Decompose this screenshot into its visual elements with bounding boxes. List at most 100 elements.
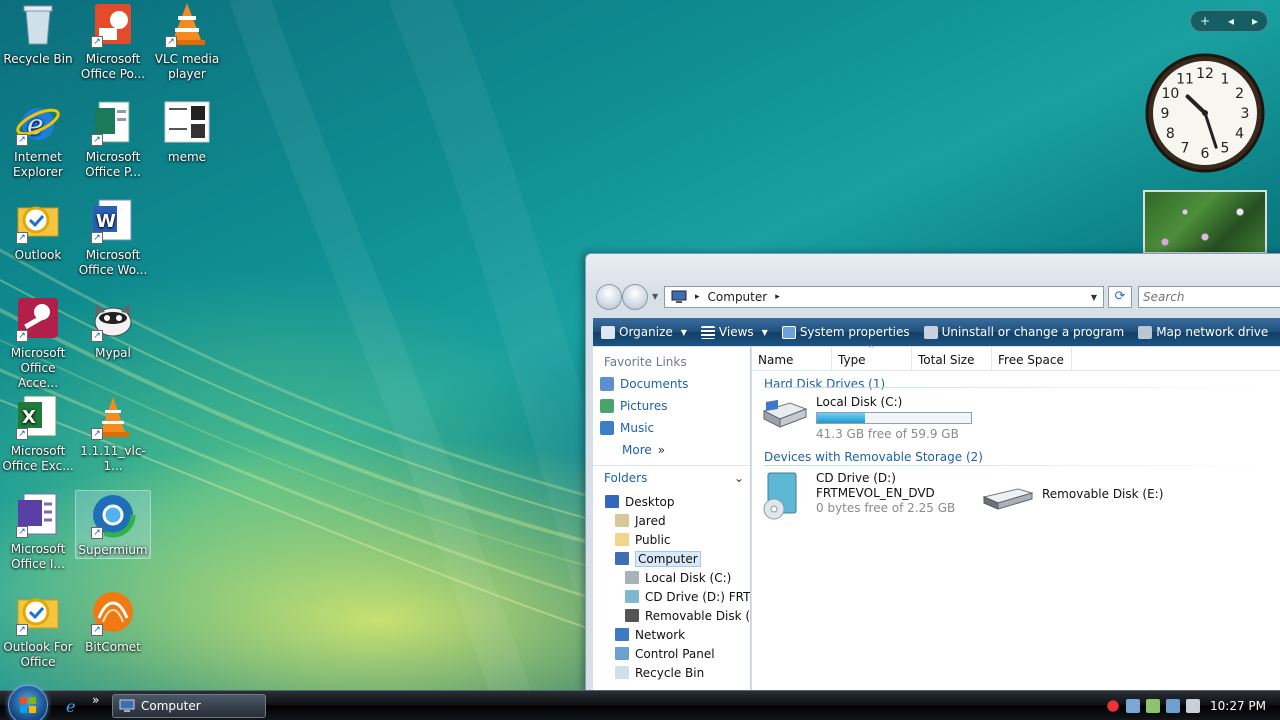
favorite-link-pictures[interactable]: Pictures	[593, 395, 750, 417]
shortcut-arrow-icon: ↗	[165, 36, 177, 48]
folder-icon	[605, 495, 619, 508]
tree-item-control-panel[interactable]: Control Panel	[593, 644, 750, 663]
desktop-icon-excel[interactable]: X ↗ Microsoft Office Exc...	[0, 392, 76, 474]
volume-muted-icon[interactable]	[1186, 699, 1200, 713]
tree-item-computer[interactable]: Computer	[593, 549, 750, 568]
desktop-icon-vlc[interactable]: ↗ VLC media player	[149, 0, 225, 82]
safely-remove-icon[interactable]	[1146, 699, 1160, 713]
add-gadget-button[interactable]: +	[1200, 14, 1210, 28]
drive-d[interactable]: CD Drive (D:) FRTMEVOL_EN_DVD 0 bytes fr…	[760, 471, 955, 521]
folder-icon	[625, 590, 639, 603]
column-name[interactable]: Name	[752, 347, 832, 370]
desktop-icon-internet-explorer[interactable]: e ↗ Internet Explorer	[0, 98, 76, 180]
views-icon	[700, 325, 715, 339]
drive-d-details: CD Drive (D:) FRTMEVOL_EN_DVD 0 bytes fr…	[816, 471, 955, 521]
search-input[interactable]	[1138, 286, 1280, 308]
more-links-button[interactable]: More »	[593, 439, 750, 461]
organize-button[interactable]: Organize ▼	[601, 325, 687, 339]
tree-item-public[interactable]: Public	[593, 530, 750, 549]
folders-header[interactable]: Folders ⌄	[593, 465, 750, 489]
desktop-icon-publisher[interactable]: ↗ Microsoft Office P...	[75, 98, 151, 180]
desktop-icon-supermium[interactable]: ↗ Supermium	[75, 490, 151, 559]
desktop-icon-outlook-for-office[interactable]: ↗ Outlook For Office	[0, 588, 76, 670]
taskbar-button-computer[interactable]: Computer	[112, 694, 266, 718]
tree-item-network[interactable]: Network	[593, 625, 750, 644]
system-properties-button[interactable]: System properties	[781, 325, 910, 339]
desktop-icon-mypal[interactable]: ↗ Mypal	[75, 294, 151, 361]
tree-item-desktop[interactable]: Desktop	[593, 492, 750, 511]
map-network-drive-button[interactable]: Map network drive	[1138, 325, 1268, 339]
network-icon[interactable]	[1166, 699, 1180, 713]
folder-icon	[615, 628, 629, 641]
address-dropdown-icon[interactable]: ▼	[1091, 293, 1097, 302]
drive-c-details: Local Disk (C:) 41.3 GB free of 59.9 GB	[816, 395, 972, 441]
views-button[interactable]: Views ▼	[700, 325, 768, 339]
address-root-arrow[interactable]: ▸	[695, 292, 700, 302]
quicklaunch-more-button[interactable]: »	[92, 693, 99, 707]
clock-numeral: 12	[1196, 66, 1214, 82]
forward-button[interactable]	[622, 284, 648, 310]
desktop-icon-label: Microsoft Office Acce...	[10, 346, 66, 390]
desktop-icon-label: Supermium	[78, 543, 148, 557]
drive-e[interactable]: Removable Disk (E:)	[982, 483, 1163, 513]
desktop-icon-recycle-bin[interactable]: Recycle Bin	[0, 0, 76, 67]
tree-item-removable-disk-e[interactable]: Removable Disk (E	[593, 606, 750, 625]
favorite-link-music[interactable]: Music	[593, 417, 750, 439]
favorite-links: Documents Pictures Music	[593, 373, 750, 439]
start-button[interactable]	[8, 685, 48, 720]
documents-folder-icon	[600, 377, 614, 391]
taskbar-clock[interactable]: 10:27 PM	[1210, 699, 1266, 713]
word-icon: W ↗	[89, 196, 137, 244]
column-free-space[interactable]: Free Space	[992, 347, 1072, 370]
desktop-icon-label: Outlook	[14, 248, 62, 262]
back-button[interactable]	[596, 284, 622, 310]
group-hard-disk-drives[interactable]: Hard Disk Drives (1)	[752, 373, 1280, 395]
slideshow-gadget[interactable]	[1143, 190, 1267, 254]
desktop-icon-vlc-installer[interactable]: ↗ 1.1.11_vlc-1...	[75, 392, 151, 474]
desktop-icon-label: Microsoft Office Exc...	[2, 444, 74, 473]
uninstall-program-button[interactable]: Uninstall or change a program	[923, 325, 1124, 339]
tray-app-icon[interactable]	[1126, 699, 1140, 713]
prev-gadget-button[interactable]: ◂	[1228, 14, 1234, 28]
column-type[interactable]: Type ^	[832, 344, 912, 370]
shortcut-arrow-icon: ↗	[16, 134, 28, 146]
desktop-icon-label: Internet Explorer	[13, 150, 63, 179]
recent-pages-chevron-icon[interactable]: ▼	[652, 292, 658, 301]
desktop-icon-word[interactable]: W ↗ Microsoft Office Wo...	[75, 196, 151, 278]
tree-item-recycle-bin[interactable]: Recycle Bin	[593, 663, 750, 682]
drive-d-name: CD Drive (D:)	[816, 471, 896, 485]
shortcut-arrow-icon: ↗	[16, 232, 28, 244]
clock-numeral: 4	[1235, 126, 1244, 142]
desktop-icon-powerpoint[interactable]: ↗ Microsoft Office Po...	[75, 0, 151, 82]
desktop-icon-label: Microsoft Office Wo...	[78, 248, 148, 277]
drive-c[interactable]: Local Disk (C:) 41.3 GB free of 59.9 GB	[760, 395, 972, 441]
address-trail-arrow[interactable]: ▸	[775, 292, 780, 302]
shortcut-arrow-icon: ↗	[91, 624, 103, 636]
drive-c-name: Local Disk (C:)	[816, 395, 903, 409]
publisher-icon: ↗	[89, 98, 137, 146]
desktop-icon-access[interactable]: ↗ Microsoft Office Acce...	[0, 294, 76, 391]
security-alert-icon[interactable]	[1106, 699, 1120, 713]
desktop-icon-bitcomet[interactable]: ↗ BitComet	[75, 588, 151, 655]
refresh-button[interactable]: ⟳	[1108, 286, 1132, 308]
next-gadget-button[interactable]: ▸	[1252, 14, 1258, 28]
address-bar[interactable]: ▸ Computer ▸ ▼	[664, 286, 1104, 308]
tree-item-cd-drive-d-frti[interactable]: CD Drive (D:) FRTI	[593, 587, 750, 606]
folder-tree: Desktop Jared Public Computer Local Disk (C:…	[593, 489, 750, 682]
windows-logo-icon	[20, 697, 36, 713]
favorite-link-documents[interactable]: Documents	[593, 373, 750, 395]
folder-icon	[615, 533, 629, 546]
desktop-icon-image-file[interactable]: meme	[149, 98, 225, 165]
folder-icon	[625, 609, 639, 622]
clock-numeral: 11	[1176, 71, 1194, 87]
drive-d-free-space: 0 bytes free of 2.25 GB	[816, 501, 956, 515]
internet-explorer-quicklaunch-icon[interactable]: e	[63, 697, 83, 715]
address-location[interactable]: Computer	[708, 290, 768, 304]
desktop-icon-label: Outlook For Office	[3, 640, 73, 669]
column-total-size[interactable]: Total Size	[912, 347, 992, 370]
tree-item-local-disk-c[interactable]: Local Disk (C:)	[593, 568, 750, 587]
desktop-icon-outlook[interactable]: ↗ Outlook	[0, 196, 76, 263]
clock-gadget[interactable]: 12 12 3 45678 9 1011	[1142, 50, 1268, 176]
desktop-icon-infopath[interactable]: ↗ Microsoft Office I...	[0, 490, 76, 572]
tree-item-jared[interactable]: Jared	[593, 511, 750, 530]
